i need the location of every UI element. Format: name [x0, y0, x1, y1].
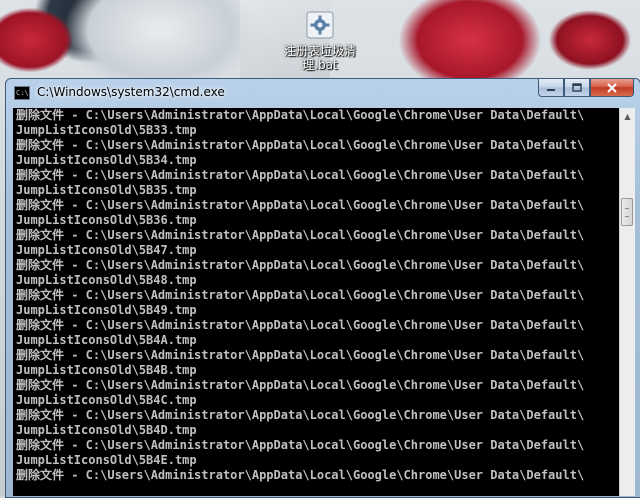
console-line: 删除文件 - C:\Users\Administrator\AppData\Lo… — [16, 258, 585, 272]
cmd-icon[interactable]: C:\ — [14, 86, 30, 100]
console-line: JumpListIconsOld\5B47.tmp — [16, 243, 197, 257]
console-line: JumpListIconsOld\5B34.tmp — [16, 153, 197, 167]
console-line: 删除文件 - C:\Users\Administrator\AppData\Lo… — [16, 348, 585, 362]
console-line: JumpListIconsOld\5B49.tmp — [16, 303, 197, 317]
cmd-window: C:\ C:\Windows\system32\cmd.exe 删除文件 - C — [5, 78, 640, 498]
window-title: C:\Windows\system32\cmd.exe — [37, 85, 225, 99]
maximize-icon — [572, 83, 582, 92]
gear-batch-file-icon — [305, 10, 335, 40]
console-line: 删除文件 - C:\Users\Administrator\AppData\Lo… — [16, 198, 585, 212]
console-line: 删除文件 - C:\Users\Administrator\AppData\Lo… — [16, 168, 585, 182]
console-line: 删除文件 - C:\Users\Administrator\AppData\Lo… — [16, 288, 585, 302]
desktop-icon-batch-file[interactable]: 注册表垃圾清 理.bat — [280, 8, 360, 80]
console-line: JumpListIconsOld\5B4C.tmp — [16, 393, 197, 407]
scroll-up-button[interactable]: ▲ — [620, 108, 635, 125]
console-line: 删除文件 - C:\Users\Administrator\AppData\Lo… — [16, 408, 585, 422]
console-line: JumpListIconsOld\5B33.tmp — [16, 123, 197, 137]
console-line: JumpListIconsOld\5B48.tmp — [16, 273, 197, 287]
close-icon — [607, 82, 617, 93]
console-line: 删除文件 - C:\Users\Administrator\AppData\Lo… — [16, 228, 585, 242]
chevron-up-icon: ▲ — [624, 112, 631, 121]
console-line: JumpListIconsOld\5B36.tmp — [16, 213, 197, 227]
desktop-icon-label: 注册表垃圾清 理.bat — [280, 44, 360, 72]
desktop-icon-label-line2: 理.bat — [302, 58, 338, 72]
minimize-button[interactable] — [538, 79, 564, 97]
minimize-icon — [547, 88, 555, 91]
desktop-icon-label-line1: 注册表垃圾清 — [283, 44, 356, 58]
console-line: 删除文件 - C:\Users\Administrator\AppData\Lo… — [16, 468, 585, 482]
console-line: JumpListIconsOld\5B35.tmp — [16, 183, 197, 197]
caption-buttons — [538, 79, 634, 98]
console-line: 删除文件 - C:\Users\Administrator\AppData\Lo… — [16, 318, 585, 332]
scroll-thumb[interactable] — [621, 198, 633, 226]
maximize-button[interactable] — [564, 79, 590, 97]
console-line: JumpListIconsOld\5B4D.tmp — [16, 423, 197, 437]
console-line: 删除文件 - C:\Users\Administrator\AppData\Lo… — [16, 438, 585, 452]
console-line: 删除文件 - C:\Users\Administrator\AppData\Lo… — [16, 108, 585, 122]
console-line: JumpListIconsOld\5B4B.tmp — [16, 363, 197, 377]
console-output[interactable]: 删除文件 - C:\Users\Administrator\AppData\Lo… — [13, 108, 619, 496]
title-bar[interactable]: C:\ C:\Windows\system32\cmd.exe — [6, 79, 640, 107]
console-line: JumpListIconsOld\5B4E.tmp — [16, 453, 197, 467]
console-line: JumpListIconsOld\5B4A.tmp — [16, 333, 197, 347]
close-button[interactable] — [590, 79, 634, 97]
console-line: 删除文件 - C:\Users\Administrator\AppData\Lo… — [16, 378, 585, 392]
vertical-scrollbar[interactable]: ▲ — [619, 108, 635, 496]
console-line: 删除文件 - C:\Users\Administrator\AppData\Lo… — [16, 138, 585, 152]
